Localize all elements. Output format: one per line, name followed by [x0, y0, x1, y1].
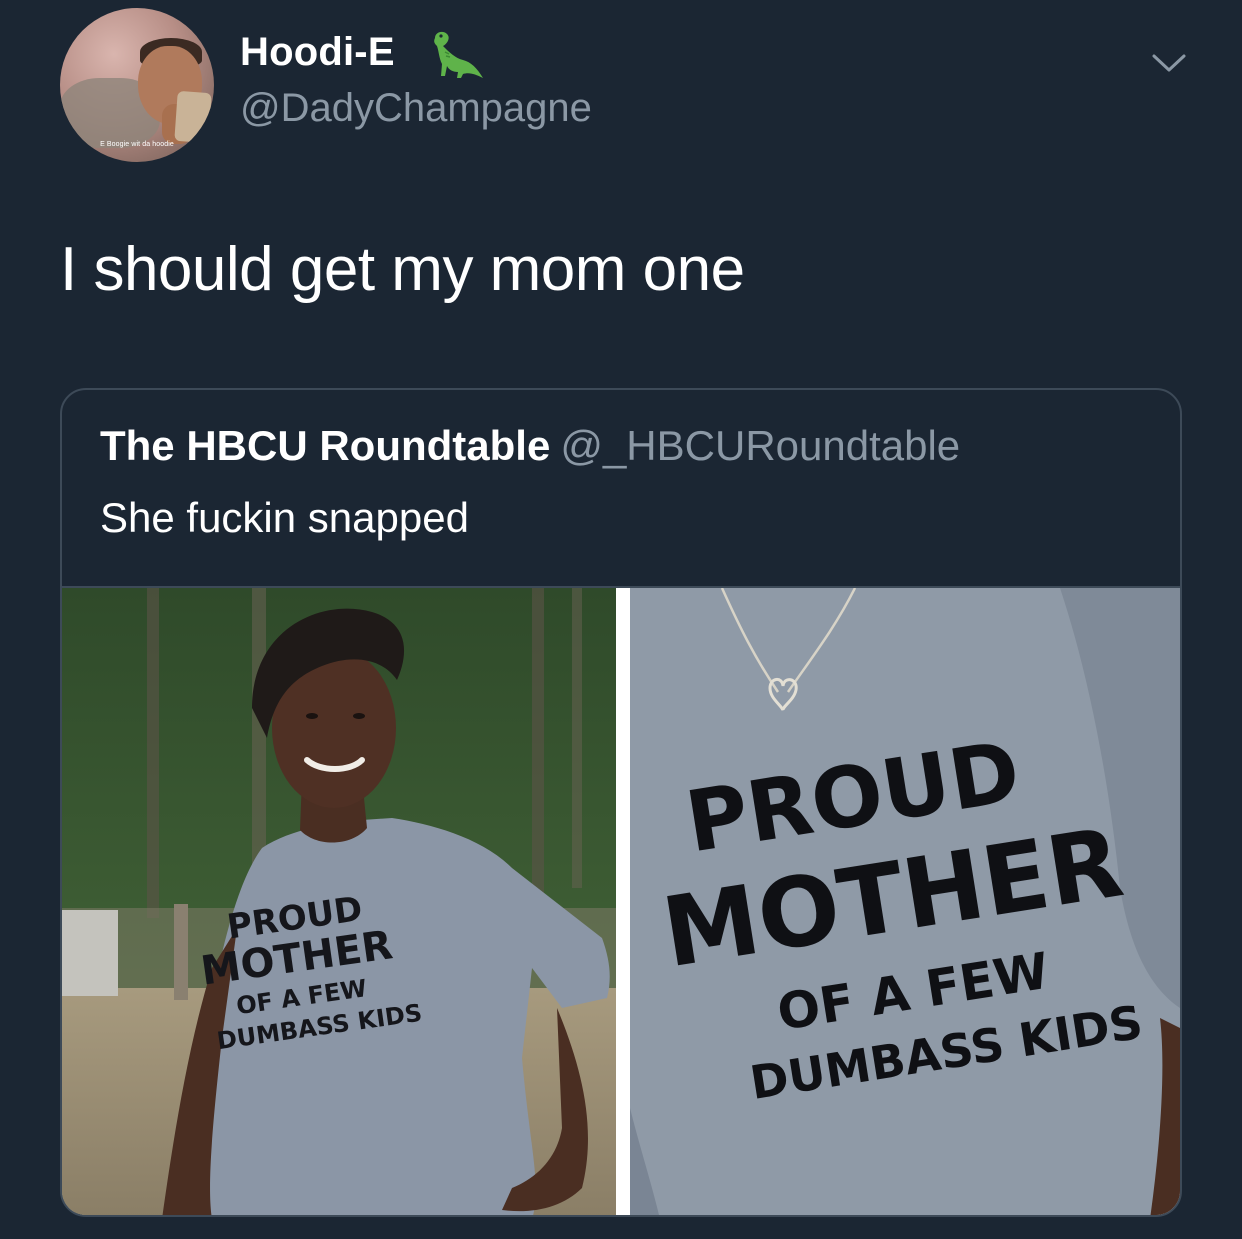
chevron-down-icon[interactable] — [1150, 50, 1188, 76]
quoted-tweet-text: She fuckin snapped — [100, 494, 469, 541]
quoted-user-handle: @_HBCURoundtable — [560, 422, 961, 469]
quoted-display-name: The HBCU Roundtable — [100, 422, 551, 469]
avatar-caption: E Boogie wit da hoodie — [100, 141, 174, 148]
tweet: E Boogie wit da hoodie Hoodi-E @DadyCham… — [0, 0, 1242, 1239]
shirt-closeup-photo: PROUD MOTHER OF A FEW DUMBASS KIDS — [630, 588, 1180, 1215]
avatar-phone — [174, 90, 212, 144]
display-name[interactable]: Hoodi-E — [240, 30, 395, 75]
woman-in-shirt-photo: PROUD MOTHER OF A FEW DUMBASS KIDS — [62, 588, 616, 1215]
tweet-text: I should get my mom one — [60, 235, 745, 304]
media-photo-right[interactable]: PROUD MOTHER OF A FEW DUMBASS KIDS — [630, 588, 1180, 1215]
quoted-tweet-media[interactable]: PROUD MOTHER OF A FEW DUMBASS KIDS PROUD… — [62, 586, 1180, 1215]
quoted-tweet-header: The HBCU Roundtable @_HBCURoundtable — [100, 422, 960, 470]
dinosaur-icon — [434, 31, 483, 78]
user-handle[interactable]: @DadyChampagne — [240, 86, 592, 131]
quoted-tweet[interactable]: The HBCU Roundtable @_HBCURoundtable She … — [60, 388, 1182, 1217]
avatar[interactable]: E Boogie wit da hoodie — [60, 8, 214, 162]
media-photo-left[interactable]: PROUD MOTHER OF A FEW DUMBASS KIDS — [62, 588, 616, 1215]
